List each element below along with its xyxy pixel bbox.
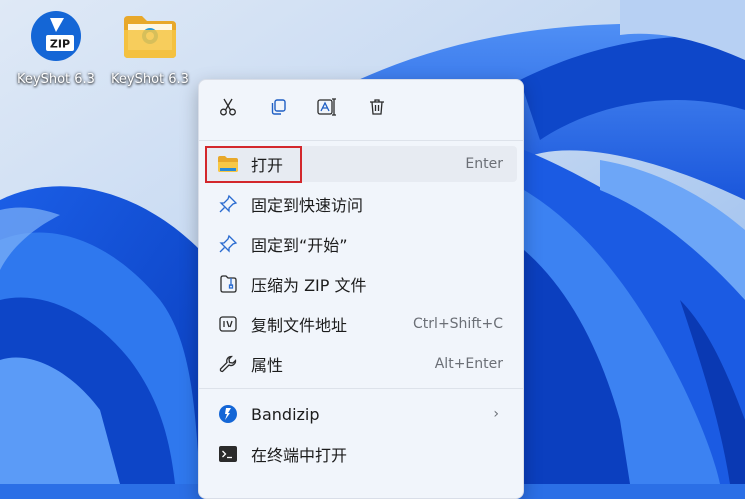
menu-item-label: Bandizip bbox=[251, 404, 320, 424]
menu-item-shortcut: Ctrl+Shift+C bbox=[413, 316, 503, 332]
folder-open-icon bbox=[216, 152, 240, 176]
pin-icon bbox=[216, 232, 240, 256]
zip-icon bbox=[216, 272, 240, 296]
menu-item-open[interactable]: 打开 Enter bbox=[205, 146, 517, 182]
desktop-icon-label: KeyShot 6.3 bbox=[111, 72, 189, 87]
copy-button[interactable] bbox=[263, 94, 293, 124]
menu-item-copy-path[interactable]: 复制文件地址 Ctrl+Shift+C bbox=[205, 306, 517, 342]
menu-item-bandizip[interactable]: Bandizip › bbox=[205, 396, 517, 432]
menu-item-open-terminal[interactable]: 在终端中打开 bbox=[205, 436, 517, 472]
menu-item-label: 压缩为 ZIP 文件 bbox=[251, 276, 367, 295]
delete-button[interactable] bbox=[362, 94, 392, 124]
bandizip-zip-icon: ZIP bbox=[26, 8, 86, 64]
menu-item-label: 固定到“开始” bbox=[251, 236, 348, 255]
delete-icon bbox=[367, 97, 387, 121]
svg-text:ZIP: ZIP bbox=[50, 38, 70, 51]
copy-path-icon bbox=[216, 312, 240, 336]
rename-button[interactable] bbox=[312, 94, 342, 124]
desktop-icon-keyshot-zip[interactable]: ZIP KeyShot 6.3 bbox=[8, 8, 104, 92]
cut-button[interactable] bbox=[213, 94, 243, 124]
folder-icon bbox=[120, 8, 180, 64]
separator bbox=[199, 388, 523, 389]
rename-icon bbox=[316, 97, 338, 121]
menu-item-pin-start[interactable]: 固定到“开始” bbox=[205, 226, 517, 262]
menu-item-shortcut: Alt+Enter bbox=[434, 356, 503, 372]
bandizip-icon bbox=[216, 402, 240, 426]
copy-icon bbox=[268, 97, 288, 121]
context-menu-toolbar bbox=[199, 80, 523, 140]
menu-item-pin-quick-access[interactable]: 固定到快速访问 bbox=[205, 186, 517, 222]
pin-icon bbox=[216, 192, 240, 216]
separator bbox=[199, 140, 523, 141]
terminal-icon bbox=[216, 442, 240, 466]
menu-item-label: 在终端中打开 bbox=[251, 446, 348, 465]
wrench-icon bbox=[216, 352, 240, 376]
menu-item-shortcut: Enter bbox=[465, 156, 503, 172]
context-menu: 打开 Enter 固定到快速访问 固定到“开始” 压缩为 ZIP 文件 复制文件… bbox=[198, 79, 524, 499]
menu-item-label: 复制文件地址 bbox=[251, 316, 348, 335]
menu-item-compress-zip[interactable]: 压缩为 ZIP 文件 bbox=[205, 266, 517, 302]
chevron-right-icon: › bbox=[493, 406, 499, 422]
cut-icon bbox=[218, 97, 238, 121]
desktop-icon-keyshot-folder[interactable]: KeyShot 6.3 bbox=[102, 8, 198, 92]
menu-item-label: 固定到快速访问 bbox=[251, 196, 364, 215]
menu-item-label: 属性 bbox=[251, 356, 284, 375]
desktop-icon-label: KeyShot 6.3 bbox=[17, 72, 95, 87]
menu-item-properties[interactable]: 属性 Alt+Enter bbox=[205, 346, 517, 382]
menu-item-label: 打开 bbox=[251, 156, 284, 175]
